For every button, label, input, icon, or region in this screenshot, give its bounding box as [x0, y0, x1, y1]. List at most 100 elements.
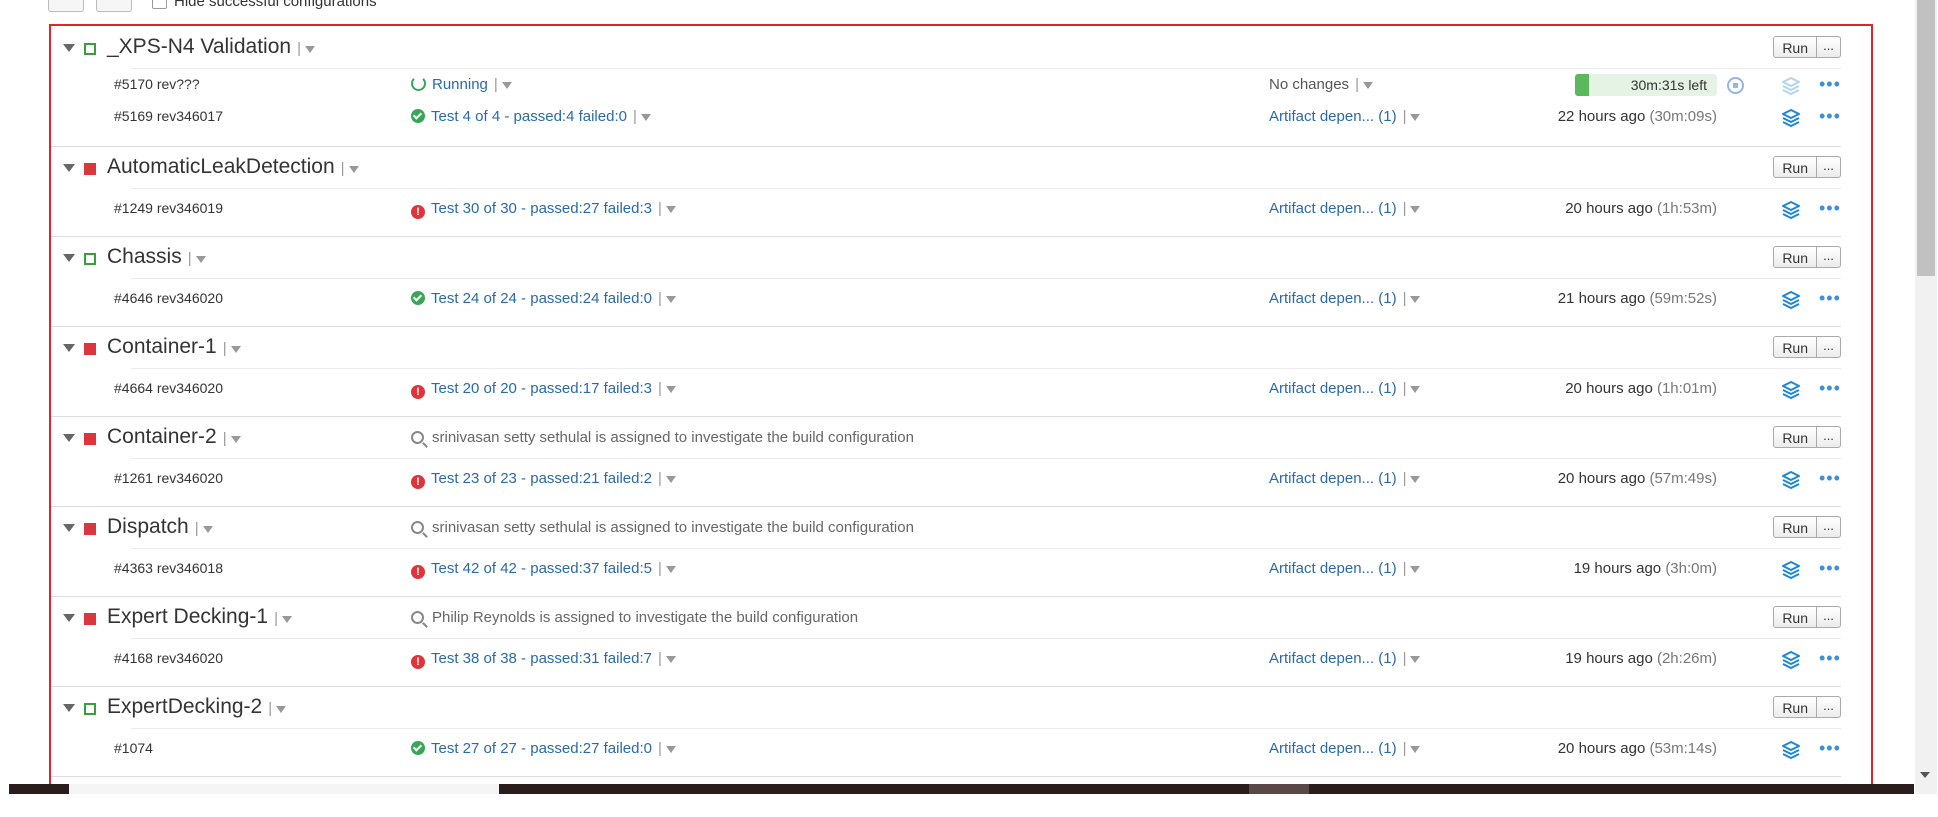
configuration-name[interactable]: Dispatch | — [107, 515, 213, 539]
dropdown-arrow-icon[interactable] — [230, 345, 241, 353]
changes-link[interactable]: Artifact depen... (1) | — [1269, 740, 1421, 757]
collapse-arrow-icon[interactable] — [63, 164, 75, 172]
dropdown-arrow-icon[interactable] — [230, 435, 241, 443]
dropdown-toggle[interactable]: | — [658, 470, 676, 487]
dropdown-toggle[interactable]: | — [223, 340, 241, 357]
collapse-arrow-icon[interactable] — [63, 614, 75, 622]
more-actions-icon[interactable]: ••• — [1819, 379, 1841, 397]
changes-link[interactable]: Artifact depen... (1) | — [1269, 560, 1421, 577]
dropdown-arrow-icon[interactable] — [1410, 655, 1421, 663]
configuration-name-text[interactable]: Chassis — [107, 245, 182, 268]
build-status-text[interactable]: Test 24 of 24 - passed:24 failed:0 — [431, 290, 652, 307]
run-button[interactable]: Run — [1773, 426, 1817, 448]
build-status-text[interactable]: Test 30 of 30 - passed:27 failed:3 — [431, 200, 652, 217]
changes-text[interactable]: Artifact depen... (1) — [1269, 290, 1397, 307]
dropdown-toggle[interactable]: | — [658, 200, 676, 217]
dropdown-toggle[interactable]: | — [1403, 290, 1421, 307]
dropdown-arrow-icon[interactable] — [665, 295, 676, 303]
dropdown-toggle[interactable]: | — [1403, 740, 1421, 757]
configuration-name-text[interactable]: Expert Decking-1 — [107, 605, 268, 628]
more-actions-icon[interactable]: ••• — [1819, 199, 1841, 217]
artifacts-icon[interactable] — [1781, 650, 1801, 670]
configuration-name[interactable]: _XPS-N4 Validation | — [107, 35, 315, 59]
configuration-name-text[interactable]: Container-2 — [107, 425, 217, 448]
build-status[interactable]: ! Test 30 of 30 - passed:27 failed:3 | — [411, 200, 676, 219]
dropdown-toggle[interactable]: | — [274, 610, 292, 627]
build-number[interactable]: #5170 rev??? — [114, 76, 200, 92]
dropdown-arrow-icon[interactable] — [1410, 385, 1421, 393]
changes-text[interactable]: Artifact depen... (1) — [1269, 108, 1397, 125]
run-button[interactable]: Run — [1773, 606, 1817, 628]
more-actions-icon[interactable]: ••• — [1819, 649, 1841, 667]
run-options-button[interactable]: ... — [1817, 426, 1841, 448]
configuration-name-text[interactable]: Dispatch — [107, 515, 189, 538]
build-status[interactable]: Test 24 of 24 - passed:24 failed:0 | — [411, 290, 676, 307]
more-actions-icon[interactable]: ••• — [1819, 289, 1841, 307]
artifacts-icon[interactable] — [1781, 740, 1801, 760]
add-icon[interactable] — [48, 0, 84, 12]
vertical-scrollbar[interactable] — [1915, 0, 1937, 794]
artifacts-icon[interactable] — [1781, 380, 1801, 400]
changes-link[interactable]: Artifact depen... (1) | — [1269, 108, 1421, 125]
dropdown-toggle[interactable]: | — [1403, 560, 1421, 577]
run-button[interactable]: Run — [1773, 696, 1817, 718]
dropdown-toggle[interactable]: | — [658, 380, 676, 397]
hide-successful-checkbox[interactable] — [152, 0, 167, 9]
dropdown-toggle[interactable]: | — [1355, 76, 1373, 93]
dropdown-toggle[interactable]: | — [195, 520, 213, 537]
dropdown-toggle[interactable]: | — [658, 740, 676, 757]
dropdown-arrow-icon[interactable] — [304, 45, 315, 53]
more-actions-icon[interactable]: ••• — [1819, 469, 1841, 487]
more-actions-icon[interactable]: ••• — [1819, 739, 1841, 757]
build-status-text[interactable]: Test 38 of 38 - passed:31 failed:7 — [431, 650, 652, 667]
dropdown-toggle[interactable]: | — [1403, 108, 1421, 125]
configuration-name[interactable]: Container-2 | — [107, 425, 241, 449]
dropdown-arrow-icon[interactable] — [1410, 565, 1421, 573]
dropdown-arrow-icon[interactable] — [276, 705, 287, 713]
dropdown-arrow-icon[interactable] — [1410, 475, 1421, 483]
dropdown-toggle[interactable]: | — [341, 160, 359, 177]
build-status-text[interactable]: Test 42 of 42 - passed:37 failed:5 — [431, 560, 652, 577]
collapse-arrow-icon[interactable] — [63, 434, 75, 442]
build-status-text[interactable]: Test 4 of 4 - passed:4 failed:0 — [431, 108, 627, 125]
dropdown-arrow-icon[interactable] — [195, 255, 206, 263]
changes-text[interactable]: No changes — [1269, 76, 1349, 93]
artifacts-icon[interactable] — [1781, 560, 1801, 580]
build-status[interactable]: ! Test 38 of 38 - passed:31 failed:7 | — [411, 650, 676, 669]
configuration-name[interactable]: AutomaticLeakDetection | — [107, 155, 359, 179]
dropdown-toggle[interactable]: | — [268, 700, 287, 717]
artifacts-icon[interactable] — [1781, 76, 1801, 96]
stop-build-icon[interactable] — [1727, 77, 1744, 94]
build-number[interactable]: #4168 rev346020 — [114, 650, 223, 666]
build-number[interactable]: #4646 rev346020 — [114, 290, 223, 306]
build-status[interactable]: ! Test 20 of 20 - passed:17 failed:3 | — [411, 380, 676, 399]
run-options-button[interactable]: ... — [1817, 246, 1841, 268]
run-button[interactable]: Run — [1773, 36, 1817, 58]
configuration-name[interactable]: Chassis | — [107, 245, 206, 269]
changes-link[interactable]: Artifact depen... (1) | — [1269, 200, 1421, 217]
collapse-arrow-icon[interactable] — [63, 254, 75, 262]
dropdown-toggle[interactable]: | — [223, 430, 241, 447]
changes-text[interactable]: Artifact depen... (1) — [1269, 200, 1397, 217]
more-actions-icon[interactable]: ••• — [1819, 107, 1841, 125]
changes-link[interactable]: Artifact depen... (1) | — [1269, 380, 1421, 397]
dropdown-arrow-icon[interactable] — [665, 655, 676, 663]
dropdown-arrow-icon[interactable] — [501, 81, 512, 89]
configuration-name-text[interactable]: ExpertDecking-2 — [107, 695, 262, 718]
dropdown-arrow-icon[interactable] — [1410, 745, 1421, 753]
configuration-name-text[interactable]: _XPS-N4 Validation — [107, 35, 291, 58]
artifacts-icon[interactable] — [1781, 470, 1801, 490]
run-button[interactable]: Run — [1773, 246, 1817, 268]
run-button[interactable]: Run — [1773, 516, 1817, 538]
build-number[interactable]: #1249 rev346019 — [114, 200, 223, 216]
run-options-button[interactable]: ... — [1817, 36, 1841, 58]
configuration-name[interactable]: ExpertDecking-2 | — [107, 695, 287, 719]
dropdown-toggle[interactable]: | — [188, 250, 206, 267]
dropdown-arrow-icon[interactable] — [640, 113, 651, 121]
dropdown-toggle[interactable]: | — [658, 560, 676, 577]
changes-text[interactable]: Artifact depen... (1) — [1269, 740, 1397, 757]
build-status[interactable]: ! Test 23 of 23 - passed:21 failed:2 | — [411, 470, 676, 489]
dropdown-arrow-icon[interactable] — [665, 475, 676, 483]
configuration-name[interactable]: Container-1 | — [107, 335, 241, 359]
changes-text[interactable]: Artifact depen... (1) — [1269, 650, 1397, 667]
